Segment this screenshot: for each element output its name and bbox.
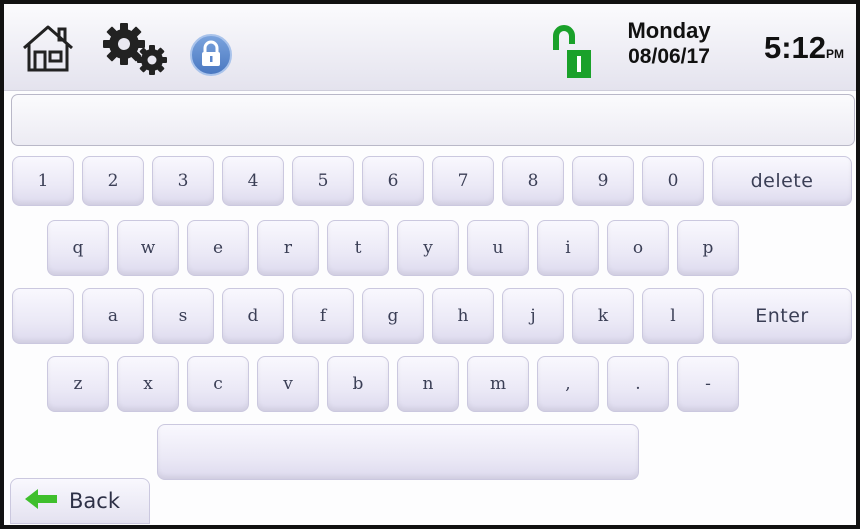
key-i[interactable]: i	[537, 220, 599, 276]
lock-icon[interactable]	[190, 34, 232, 76]
key-r[interactable]: r	[257, 220, 319, 276]
key-d[interactable]: d	[222, 288, 284, 344]
date-display: Monday 08/06/17	[609, 18, 729, 70]
on-screen-keyboard: 1 2 3 4 5 6 7 8 9 0 delete q w e r t y u…	[4, 150, 856, 490]
key-3[interactable]: 3	[152, 156, 214, 206]
key-z[interactable]: z	[47, 356, 109, 412]
day-label: Monday	[627, 18, 711, 43]
key-p[interactable]: p	[677, 220, 739, 276]
blank-key[interactable]	[12, 288, 74, 344]
settings-gears-icon[interactable]	[100, 20, 172, 83]
key-u[interactable]: u	[467, 220, 529, 276]
ampm-label: PM	[826, 47, 844, 61]
key-9[interactable]: 9	[572, 156, 634, 206]
back-label: Back	[69, 489, 120, 513]
key-j[interactable]: j	[502, 288, 564, 344]
key-m[interactable]: m	[467, 356, 529, 412]
key-v[interactable]: v	[257, 356, 319, 412]
key-t[interactable]: t	[327, 220, 389, 276]
time-label: 5:12	[763, 30, 826, 65]
key-8[interactable]: 8	[502, 156, 564, 206]
keypad-screen: Monday 08/06/17 5:12PM 1 2 3 4 5 6 7 8 9…	[0, 0, 860, 529]
back-button[interactable]: Back	[10, 478, 150, 524]
space-bar[interactable]	[157, 424, 639, 480]
key-f[interactable]: f	[292, 288, 354, 344]
key-s[interactable]: s	[152, 288, 214, 344]
arm-status-icon	[549, 24, 595, 89]
key-l[interactable]: l	[642, 288, 704, 344]
key-e[interactable]: e	[187, 220, 249, 276]
key-5[interactable]: 5	[292, 156, 354, 206]
key-w[interactable]: w	[117, 220, 179, 276]
key-q[interactable]: q	[47, 220, 109, 276]
key-n[interactable]: n	[397, 356, 459, 412]
key-y[interactable]: y	[397, 220, 459, 276]
key-c[interactable]: c	[187, 356, 249, 412]
text-entry-field[interactable]	[11, 94, 855, 146]
delete-key[interactable]: delete	[712, 156, 852, 206]
time-display: 5:12PM	[764, 30, 844, 66]
key-h[interactable]: h	[432, 288, 494, 344]
left-arrow-icon	[23, 488, 59, 515]
key-dash[interactable]: -	[677, 356, 739, 412]
key-6[interactable]: 6	[362, 156, 424, 206]
key-4[interactable]: 4	[222, 156, 284, 206]
key-x[interactable]: x	[117, 356, 179, 412]
home-icon[interactable]	[18, 22, 78, 79]
key-a[interactable]: a	[82, 288, 144, 344]
key-comma[interactable]: ,	[537, 356, 599, 412]
key-1[interactable]: 1	[12, 156, 74, 206]
key-period[interactable]: .	[607, 356, 669, 412]
date-label: 08/06/17	[628, 45, 710, 68]
key-2[interactable]: 2	[82, 156, 144, 206]
key-g[interactable]: g	[362, 288, 424, 344]
key-b[interactable]: b	[327, 356, 389, 412]
key-0[interactable]: 0	[642, 156, 704, 206]
key-k[interactable]: k	[572, 288, 634, 344]
key-o[interactable]: o	[607, 220, 669, 276]
status-bar: Monday 08/06/17 5:12PM	[4, 4, 856, 91]
enter-key[interactable]: Enter	[712, 288, 852, 344]
key-7[interactable]: 7	[432, 156, 494, 206]
